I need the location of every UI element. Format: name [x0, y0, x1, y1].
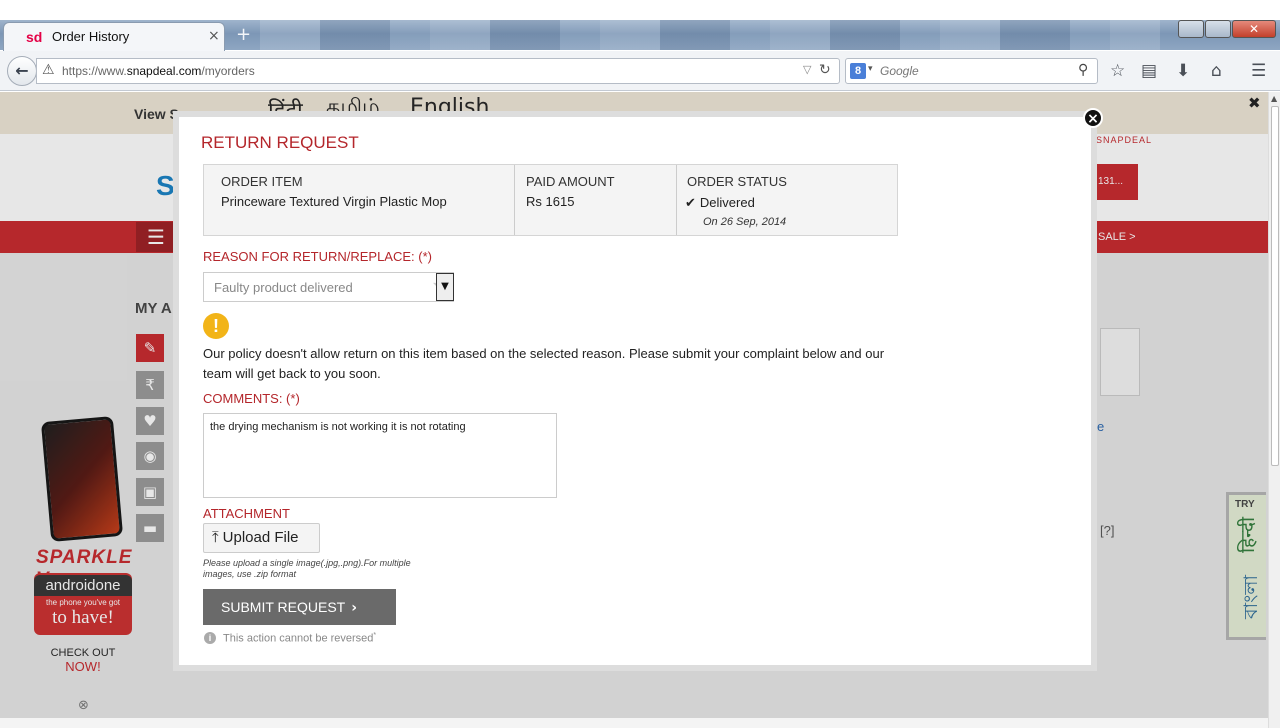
search-engine-icon[interactable]: 8	[850, 63, 866, 79]
chevron-down-icon[interactable]: ▼	[436, 273, 454, 301]
page-scrollbar[interactable]: ▲	[1268, 92, 1280, 728]
snapdeal-favicon-icon: sd	[26, 29, 43, 45]
page-close-icon[interactable]: ✖	[1248, 94, 1261, 112]
order-status-header: ORDER STATUS	[687, 174, 787, 189]
window-close-button[interactable]: ✕	[1232, 20, 1276, 38]
search-placeholder[interactable]: Google	[880, 64, 919, 78]
url-bar[interactable]: ⚠ https://www.snapdeal.com/myorders ▽ ↻	[36, 58, 840, 84]
scroll-up-icon[interactable]: ▲	[1271, 94, 1277, 103]
tab-close-icon[interactable]: ×	[208, 28, 220, 44]
comments-label: COMMENTS: (*)	[203, 391, 300, 406]
back-button[interactable]: ←	[7, 56, 37, 86]
search-icon[interactable]: ⚲	[1078, 62, 1088, 78]
url-history-dropdown-icon[interactable]: ▽	[803, 63, 811, 76]
order-status-value: Delivered	[699, 195, 755, 210]
navigation-toolbar: ← ⚠ https://www.snapdeal.com/myorders ▽ …	[0, 51, 1280, 91]
menu-icon[interactable]: ☰	[1251, 61, 1266, 81]
star-icon[interactable]: ☆	[1110, 61, 1125, 81]
chevron-right-icon: ›	[351, 599, 357, 616]
browser-tab[interactable]: sd Order History ×	[3, 22, 225, 51]
url-text[interactable]: https://www.snapdeal.com/myorders	[62, 64, 255, 78]
new-tab-button[interactable]: +	[236, 24, 251, 45]
paid-amount-column: PAID AMOUNT Rs 1615	[514, 165, 676, 235]
upload-hint: Please upload a single image(.jpg,.png).…	[203, 558, 411, 579]
info-icon: i	[204, 632, 216, 644]
tab-title: Order History	[52, 29, 130, 44]
window-maximize-button[interactable]	[1205, 20, 1231, 38]
modal-title: RETURN REQUEST	[201, 133, 359, 152]
reason-label: REASON FOR RETURN/REPLACE: (*)	[203, 249, 432, 264]
upload-icon: ⤒	[212, 528, 219, 546]
bottom-strip	[0, 718, 1268, 728]
order-item-value: Princeware Textured Virgin Plastic Mop	[221, 194, 447, 209]
status-value-wrap: ✔ Delivered	[685, 195, 755, 211]
scrollbar-thumb[interactable]	[1271, 106, 1279, 466]
window-minimize-button[interactable]	[1178, 20, 1204, 38]
order-summary: ORDER ITEM Princeware Textured Virgin Pl…	[203, 164, 898, 236]
modal-close-icon[interactable]: ×	[1083, 108, 1103, 128]
reading-list-icon[interactable]: ▤	[1141, 61, 1157, 81]
policy-message: Our policy doesn't allow return on this …	[203, 346, 885, 381]
comments-textarea[interactable]: the drying mechanism is not working it i…	[203, 413, 557, 498]
checkmark-icon: ✔	[685, 196, 696, 211]
order-status-column: ORDER STATUS ✔ Delivered On 26 Sep, 2014	[676, 165, 896, 235]
reload-icon[interactable]: ↻	[819, 62, 831, 78]
order-item-header: ORDER ITEM	[221, 174, 303, 189]
reason-selected-value[interactable]: Faulty product delivered	[214, 280, 353, 295]
attachment-label: ATTACHMENT	[203, 506, 290, 521]
reason-select[interactable]: Faulty product delivered ◥ ▼	[203, 272, 454, 302]
submit-request-button[interactable]: SUBMIT REQUEST ›	[203, 589, 396, 625]
download-icon[interactable]: ⬇	[1176, 61, 1190, 81]
warning-triangle-icon[interactable]: ⚠	[42, 62, 55, 78]
search-bar[interactable]: 8 ▾ Google ⚲	[845, 58, 1098, 84]
search-engine-dropdown-icon[interactable]: ▾	[868, 64, 873, 74]
paid-amount-header: PAID AMOUNT	[526, 174, 615, 189]
paid-amount-value: Rs 1615	[526, 194, 575, 209]
warning-icon: !	[203, 313, 229, 339]
home-icon[interactable]: ⌂	[1211, 61, 1222, 81]
delivery-date: On 26 Sep, 2014	[703, 216, 787, 228]
irreversible-note: This action cannot be reversed*	[223, 632, 377, 645]
upload-file-button[interactable]: ⤒ Upload File	[203, 523, 320, 553]
order-item-column: ORDER ITEM Princeware Textured Virgin Pl…	[204, 165, 514, 235]
